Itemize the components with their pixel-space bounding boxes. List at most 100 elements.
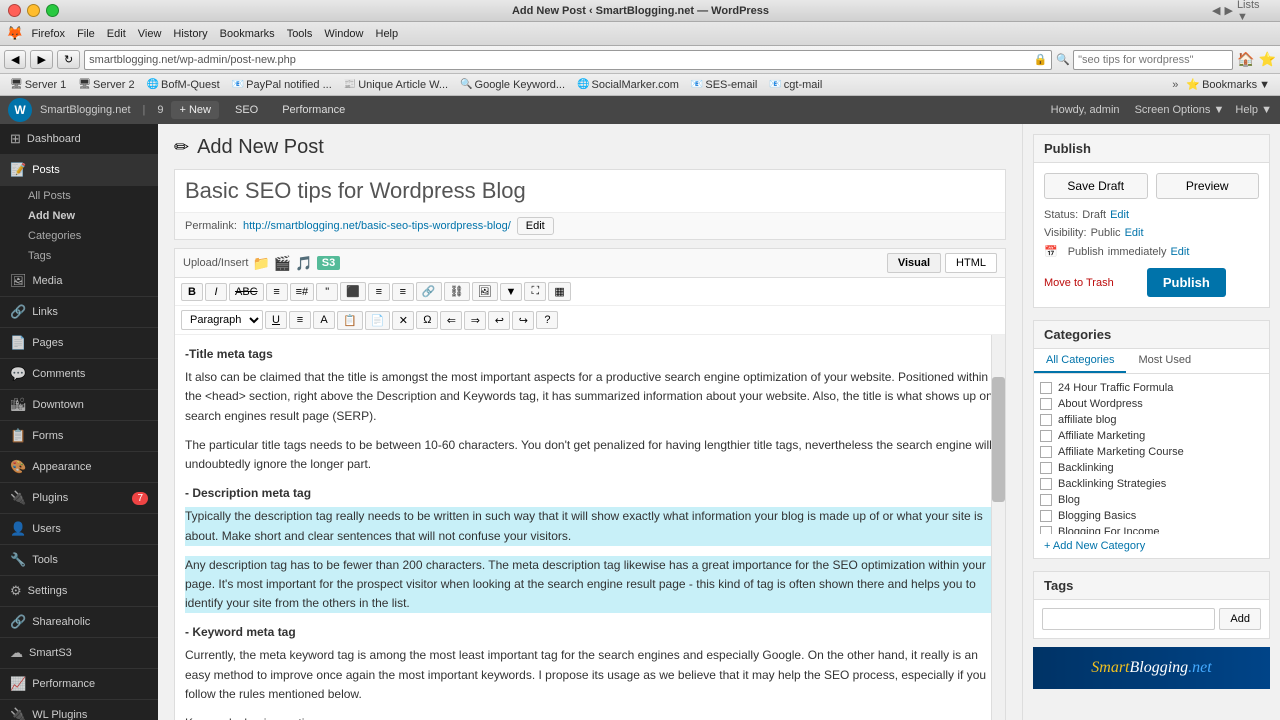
maximize-button[interactable] [46,4,59,17]
text-color-button[interactable]: A [313,311,335,329]
bookmark-paypal[interactable]: 📧PayPal notified ... [228,79,336,91]
status-edit-link[interactable]: Edit [1110,209,1129,221]
sidebar-item-dashboard[interactable]: ⊞ Dashboard [0,124,158,155]
bookmark-bofm[interactable]: 🌐BofM-Quest [143,79,224,91]
help-button[interactable]: Help ▼ [1235,104,1272,116]
wp-site-name[interactable]: SmartBlogging.net [40,104,131,116]
sidebar-item-posts[interactable]: 📝 Posts [0,155,158,186]
strikethrough-button[interactable]: ABC [229,283,264,301]
paragraph-select[interactable]: Paragraph Heading 1 Heading 2 [181,310,263,330]
all-categories-tab[interactable]: All Categories [1034,349,1126,373]
preview-button[interactable]: Preview [1156,173,1260,199]
scroll-thumb[interactable] [992,377,1005,502]
italic-button[interactable]: I [205,283,227,301]
bookmark-article[interactable]: 📰Unique Article W... [340,79,452,91]
cat-cb-1[interactable] [1040,382,1052,394]
visual-tab[interactable]: Visual [887,253,941,273]
sidebar-item-comments[interactable]: 💬 Comments [0,359,158,390]
audio-icon[interactable]: 🎵 [295,255,312,272]
cat-cb-7[interactable] [1040,478,1052,490]
menu-view[interactable]: View [138,28,162,40]
insert-image-button[interactable]: 🖼 [472,282,498,301]
bookmarks-label[interactable]: ⭐Bookmarks▼ [1182,78,1274,91]
sidebar-item-appearance[interactable]: 🎨 Appearance [0,452,158,483]
sidebar-item-wl-plugins[interactable]: 🔌 WL Plugins [0,700,158,720]
menu-help[interactable]: Help [376,28,399,40]
tags-input[interactable] [1042,608,1215,630]
cat-cb-6[interactable] [1040,462,1052,474]
bookmark-server2[interactable]: 🖥Server 2 [74,79,138,91]
sidebar-item-smarts3[interactable]: ☁ SmartS3 [0,638,158,669]
sidebar-item-pages[interactable]: 📄 Pages [0,328,158,359]
upload-icon[interactable]: 📁 [252,255,269,272]
menu-edit[interactable]: Edit [107,28,126,40]
cat-cb-8[interactable] [1040,494,1052,506]
cat-cb-3[interactable] [1040,414,1052,426]
cat-cb-4[interactable] [1040,430,1052,442]
wp-new-button[interactable]: + New [171,101,219,119]
firefox-menu[interactable]: Firefox File Edit View History Bookmarks… [31,28,398,40]
bookmark-star-icon[interactable]: ⭐ [1259,51,1276,68]
more-toolbar-button[interactable]: ▼ [500,283,523,301]
cat-cb-10[interactable] [1040,526,1052,534]
justify-button[interactable]: ≡ [289,311,311,329]
bookmark-socialmarker[interactable]: 🌐SocialMarker.com [573,79,683,91]
menu-firefox[interactable]: Firefox [31,28,65,40]
home-icon[interactable]: 🏠 [1237,51,1254,68]
sidebar-item-downtown[interactable]: 🏙 Downtown [0,390,158,421]
cat-cb-2[interactable] [1040,398,1052,410]
sidebar-item-performance[interactable]: 📈 Performance [0,669,158,700]
bookmark-ses[interactable]: 📧SES-email [687,79,761,91]
bookmark-google[interactable]: 🔍Google Keyword... [456,79,569,91]
save-draft-button[interactable]: Save Draft [1044,173,1148,199]
indent-button[interactable]: ⇒ [464,311,486,330]
blockquote-button[interactable]: " [316,283,338,301]
special-char-button[interactable]: Ω [416,311,438,329]
sidebar-sub-add-new[interactable]: Add New [0,206,158,226]
underline-button[interactable]: U [265,311,287,329]
unlink-button[interactable]: ⛓ [444,282,470,301]
editor-scrollbar[interactable] [991,335,1005,720]
minimize-button[interactable] [27,4,40,17]
cat-cb-9[interactable] [1040,510,1052,522]
menu-window[interactable]: Window [324,28,363,40]
wp-performance-button[interactable]: Performance [274,101,353,119]
sidebar-item-settings[interactable]: ⚙ Settings [0,576,158,607]
more-bookmarks[interactable]: » [1172,79,1178,91]
fullscreen-button[interactable]: ⛶ [524,282,546,301]
visibility-edit-link[interactable]: Edit [1125,227,1144,239]
bold-button[interactable]: B [181,283,203,301]
add-new-category-link[interactable]: + Add New Category [1034,534,1269,558]
paste-text-button[interactable]: 📋 [337,311,363,330]
sidebar-item-tools[interactable]: 🔧 Tools [0,545,158,576]
sidebar-item-media[interactable]: 🖼 Media [0,266,158,297]
media-upload-btn[interactable]: S3 [317,256,340,270]
undo-button[interactable]: ↩ [488,311,510,330]
mac-window-buttons[interactable] [8,4,59,17]
sidebar-item-plugins[interactable]: 🔌 Plugins 7 [0,483,158,514]
menu-bookmarks[interactable]: Bookmarks [220,28,275,40]
table-button[interactable]: ▦ [548,282,570,301]
wp-seo-button[interactable]: SEO [227,101,266,119]
menu-history[interactable]: History [173,28,207,40]
menu-tools[interactable]: Tools [287,28,313,40]
wp-comment-count[interactable]: 9 [157,104,163,116]
back-button[interactable]: ◀ [4,50,26,69]
search-bar[interactable]: "seo tips for wordpress" [1073,50,1233,70]
cat-cb-5[interactable] [1040,446,1052,458]
sidebar-sub-tags[interactable]: Tags [0,246,158,266]
post-title-input[interactable] [175,170,1005,212]
publish-button[interactable]: Publish [1147,268,1226,297]
sidebar-sub-categories[interactable]: Categories [0,226,158,246]
tags-add-button[interactable]: Add [1219,608,1261,630]
html-tab[interactable]: HTML [945,253,997,273]
bookmark-cgt[interactable]: 📧cgt-mail [765,79,826,91]
forward-button[interactable]: ▶ [30,50,52,69]
align-right-button[interactable]: ≡ [392,283,414,301]
menu-file[interactable]: File [77,28,95,40]
align-center-button[interactable]: ≡ [368,283,390,301]
outdent-button[interactable]: ⇐ [440,311,462,330]
sidebar-item-users[interactable]: 👤 Users [0,514,158,545]
close-button[interactable] [8,4,21,17]
sidebar-item-shareaholic[interactable]: 🔗 Shareaholic [0,607,158,638]
